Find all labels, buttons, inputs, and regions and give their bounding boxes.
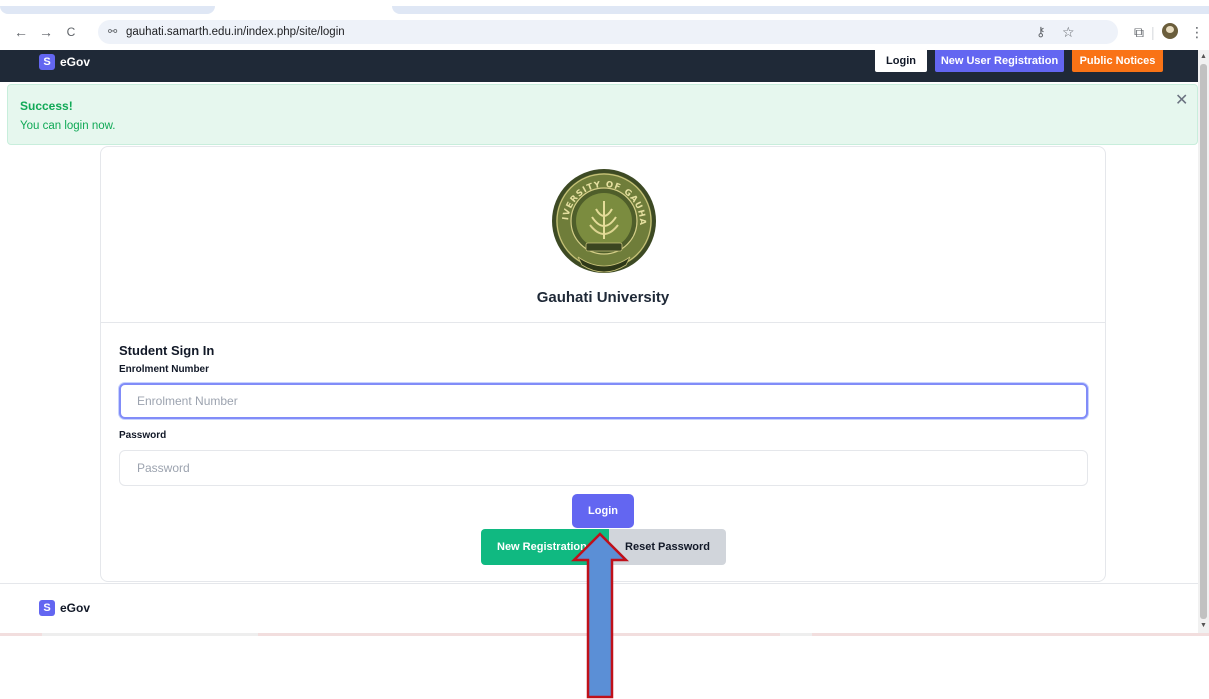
bottom-strip-segment	[42, 633, 258, 636]
login-button[interactable]: Login	[572, 494, 634, 528]
profile-avatar-icon[interactable]	[1162, 23, 1178, 39]
browser-tab-strip	[0, 0, 1209, 14]
password-label: Password	[119, 430, 167, 441]
navbar-brand[interactable]: S eGov	[39, 53, 90, 71]
alert-message: You can login now.	[20, 120, 116, 132]
signin-title: Student Sign In	[119, 343, 215, 358]
university-seal-logo: UNIVERSITY OF GAUHATI	[546, 165, 656, 273]
egov-logo-icon: S	[39, 54, 55, 70]
page-scrollbar[interactable]: ▲ ▼	[1198, 50, 1209, 633]
browser-tab[interactable]	[0, 6, 215, 14]
annotation-up-arrow-icon	[570, 532, 630, 699]
university-header: UNIVERSITY OF GAUHATI Gauhati University	[101, 147, 1105, 323]
browser-menu-icon[interactable]: ⋮	[1190, 24, 1204, 40]
address-bar[interactable]: ⚯ gauhati.samarth.edu.in/index.php/site/…	[98, 20, 1118, 44]
footer-brand-name: eGov	[60, 601, 91, 615]
browser-toolbar: ← → C ⚯ gauhati.samarth.edu.in/index.php…	[0, 14, 1209, 50]
password-input[interactable]	[119, 450, 1088, 486]
enrolment-label: Enrolment Number	[119, 364, 210, 375]
address-bar-url[interactable]: gauhati.samarth.edu.in/index.php/site/lo…	[126, 24, 345, 40]
scrollbar-thumb[interactable]	[1200, 64, 1207, 619]
browser-tab-active[interactable]	[392, 6, 1209, 14]
nav-public-notices-button[interactable]: Public Notices	[1072, 50, 1163, 72]
close-icon[interactable]: ✕	[1175, 93, 1188, 109]
university-name: Gauhati University	[536, 289, 670, 306]
egov-logo-icon: S	[39, 600, 55, 616]
password-key-icon[interactable]: ⚷	[1036, 24, 1046, 40]
nav-login-button[interactable]: Login	[875, 50, 927, 72]
bookmark-star-icon[interactable]: ☆	[1062, 24, 1075, 40]
footer-brand[interactable]: S eGov	[39, 599, 90, 617]
alert-title: Success!	[20, 99, 73, 113]
screen: ← → C ⚯ gauhati.samarth.edu.in/index.php…	[0, 0, 1209, 699]
scroll-down-icon[interactable]: ▼	[1200, 622, 1207, 630]
toolbar-divider: |	[1151, 24, 1155, 40]
top-navbar: S eGov Login New User Registration Publi…	[0, 50, 1198, 82]
back-arrow-icon[interactable]: ←	[12, 23, 30, 41]
login-card: UNIVERSITY OF GAUHATI Gauhati University…	[100, 146, 1106, 582]
reload-icon[interactable]: C	[62, 23, 80, 41]
brand-name: eGov	[60, 55, 91, 69]
scroll-up-icon[interactable]: ▲	[1200, 53, 1207, 61]
profile-avatar-face	[1166, 26, 1174, 33]
forward-arrow-icon[interactable]: →	[37, 23, 55, 41]
extensions-icon[interactable]: ⧉	[1134, 24, 1144, 40]
site-info-icon[interactable]: ⚯	[108, 24, 117, 40]
enrolment-number-input[interactable]	[119, 383, 1088, 419]
bottom-strip-segment	[780, 633, 812, 636]
success-alert: Success! You can login now. ✕	[7, 84, 1198, 145]
nav-new-user-registration-button[interactable]: New User Registration	[935, 50, 1064, 72]
